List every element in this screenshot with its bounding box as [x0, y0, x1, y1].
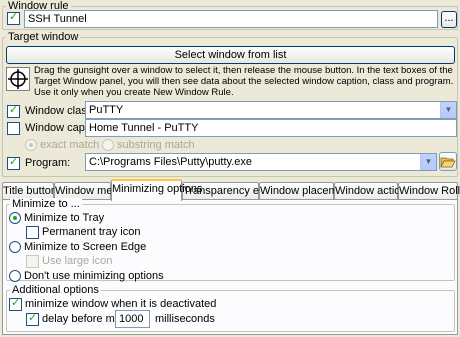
permanent-tray-icon-label: Permanent tray icon	[42, 226, 141, 238]
window-caption-checkbox[interactable]	[7, 122, 20, 135]
exact-match-label: exact match	[40, 139, 100, 151]
tab-window-rollup[interactable]: Window Rollup	[398, 182, 460, 200]
program-label: Program:	[25, 157, 71, 169]
window-rule-enabled-checkbox[interactable]	[7, 10, 20, 25]
delay-field[interactable]: 1000	[115, 310, 150, 328]
use-large-icon-label: Use large icon	[42, 255, 113, 267]
exact-match-radio[interactable]	[25, 139, 37, 151]
tab-minimizing-options[interactable]: Minimizing options	[111, 179, 202, 201]
window-class-dropdown-icon[interactable]: ▼	[440, 102, 456, 118]
delay-before-minimize-checkbox[interactable]	[26, 311, 39, 326]
dont-use-minimizing-label: Don't use minimizing options	[24, 270, 164, 282]
folder-open-icon	[440, 157, 456, 168]
target-window-legend: Target window	[6, 31, 81, 43]
gunsight-help-text: Drag the gunsight over a window to selec…	[34, 65, 454, 98]
permanent-tray-icon-checkbox[interactable]	[26, 226, 39, 239]
rule-name-field[interactable]: SSH Tunnel	[24, 10, 438, 28]
minimize-to-screen-edge-label: Minimize to Screen Edge	[24, 241, 147, 253]
dont-use-minimizing-radio[interactable]	[9, 270, 21, 282]
window-class-field[interactable]: PuTTY ▼	[85, 101, 457, 119]
gunsight-tool[interactable]	[6, 67, 30, 91]
minimize-to-legend: Minimize to ...	[10, 198, 82, 210]
substring-match-label: substring match	[117, 139, 195, 151]
milliseconds-label: milliseconds	[155, 313, 215, 325]
tab-window-placement[interactable]: Window placement	[259, 182, 353, 200]
minimize-to-tray-radio[interactable]	[9, 212, 21, 224]
minimize-to-tray-label: Minimize to Tray	[24, 212, 105, 224]
browse-button[interactable]: ...	[441, 11, 457, 28]
window-class-checkbox[interactable]	[7, 103, 20, 118]
tab-window-actions[interactable]: Window actions	[334, 182, 412, 200]
program-field[interactable]: C:\Programs Files\Putty\putty.exe ▼	[85, 153, 437, 171]
substring-match-radio[interactable]	[102, 139, 114, 151]
program-value: C:\Programs Files\Putty\putty.exe	[89, 156, 253, 168]
minimize-deactivated-checkbox[interactable]	[9, 296, 22, 311]
additional-options-legend: Additional options	[10, 284, 101, 296]
program-dropdown-icon[interactable]: ▼	[420, 154, 436, 170]
select-window-button[interactable]: Select window from list	[6, 46, 455, 64]
crosshair-icon	[8, 69, 28, 89]
use-large-icon-checkbox[interactable]	[26, 255, 39, 268]
program-checkbox[interactable]	[7, 155, 20, 170]
window-caption-field[interactable]: Home Tunnel - PuTTY	[85, 119, 457, 137]
minimize-to-screen-edge-radio[interactable]	[9, 241, 21, 253]
window-class-value: PuTTY	[89, 104, 124, 116]
open-program-button[interactable]	[439, 152, 457, 171]
